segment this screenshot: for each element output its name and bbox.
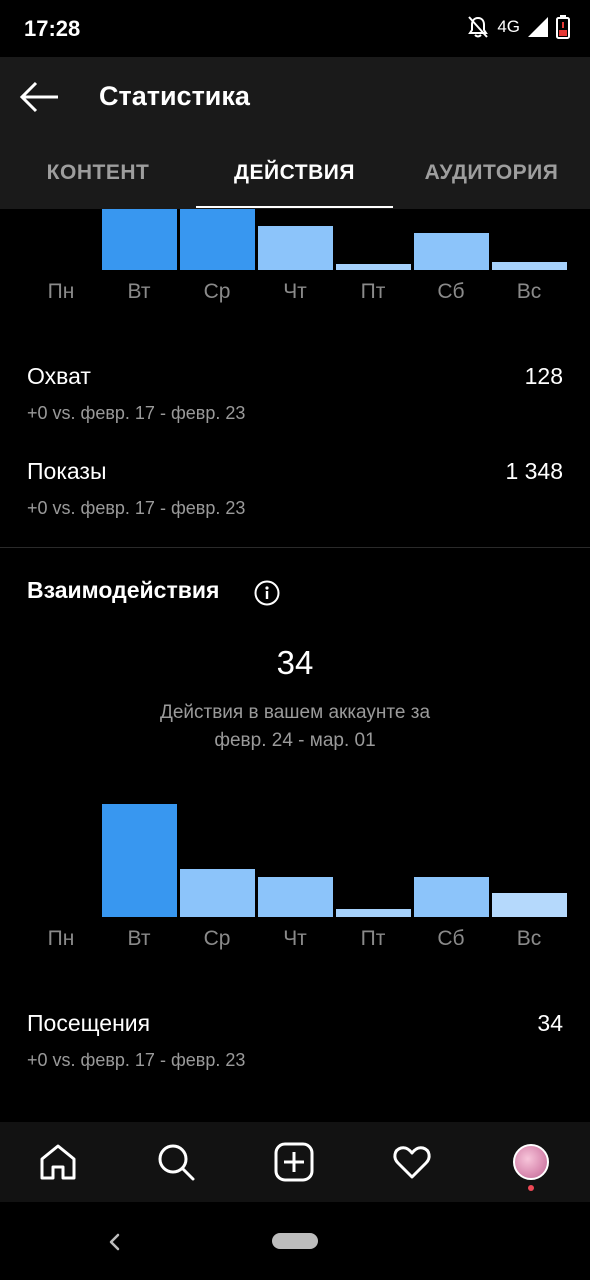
top-chart-day-label: Вт [127,280,151,303]
top-chart-bar-wed [180,209,255,270]
interactions-bar [102,804,177,917]
impressions-label: Показы [27,458,107,484]
top-chart-bar-thu [258,226,333,270]
home-icon [40,1144,76,1180]
top-chart-bar-fri [336,264,411,270]
status-time: 17:28 [24,16,81,41]
top-chart-bar-sat [414,233,489,270]
battery-icon [556,15,570,39]
bottom-navigation [0,1122,590,1202]
interactions-total: 34 [276,644,314,681]
interactions-chart: Пн Вт Ср Чт Пт Сб Вс [0,790,590,960]
interactions-title: Взаимодействия [27,577,220,603]
new-post-icon [274,1142,314,1182]
system-back-icon[interactable] [104,1230,124,1254]
app-bar: Статистика [0,57,590,137]
reach-compare: +0 vs. февр. 17 - февр. 23 [27,403,246,423]
nav-home-button[interactable] [36,1140,80,1184]
top-chart-day-label: Вс [516,280,542,303]
reach-value: 128 [524,363,563,389]
top-chart-day-label: Чт [283,280,307,303]
nav-search-button[interactable] [154,1140,198,1184]
top-chart-day-label: Ср [203,280,231,303]
active-tab-indicator [196,206,393,208]
top-chart-day-label: Пн [47,280,75,303]
interactions-date-range: февр. 24 - мар. 01 [214,730,376,751]
interactions-bar [258,877,333,917]
section-divider [0,547,590,548]
back-arrow-icon[interactable] [18,79,62,115]
interactions-bar [414,877,489,917]
interactions-day-label: Вт [127,927,151,950]
search-icon [158,1144,195,1181]
interactions-day-label: Сб [437,927,465,950]
status-icons: 4G [467,15,570,39]
interactions-day-label: Пт [360,927,386,950]
top-chart-bar-sun [492,262,567,270]
signal-icon [528,17,548,37]
top-chart: Пн Вт Ср Чт Пт Сб Вс [0,209,590,309]
tab-content[interactable]: КОНТЕНТ [0,137,196,209]
interactions-day-label: Пн [47,927,75,950]
nav-new-post-button[interactable] [272,1140,316,1184]
notifications-off-icon [468,16,489,38]
impressions-value: 1 348 [505,458,563,484]
tab-audience[interactable]: АУДИТОРИЯ [393,137,590,209]
status-bar: 17:28 4G [0,0,590,57]
interactions-day-label: Чт [283,927,307,950]
system-home-pill[interactable] [272,1233,318,1249]
activity-heart-icon [393,1146,431,1179]
info-icon[interactable] [254,580,280,606]
interactions-bar [336,909,411,917]
profile-notification-dot [528,1185,534,1191]
network-type: 4G [497,17,520,36]
nav-profile-avatar[interactable] [513,1144,549,1180]
top-chart-day-label: Сб [437,280,465,303]
visits-compare: +0 vs. февр. 17 - февр. 23 [27,1050,246,1070]
system-navigation-bar [0,1202,590,1280]
interactions-day-label: Ср [203,927,231,950]
top-chart-day-label: Пт [360,280,386,303]
interactions-day-label: Вс [516,927,542,950]
impressions-compare: +0 vs. февр. 17 - февр. 23 [27,498,246,518]
tab-bar: КОНТЕНТ ДЕЙСТВИЯ АУДИТОРИЯ [0,137,590,209]
reach-label: Охват [27,363,91,389]
interactions-caption: Действия в вашем аккаунте за [159,702,431,723]
tab-actions[interactable]: ДЕЙСТВИЯ [196,137,393,209]
visits-value: 34 [537,1010,563,1036]
nav-activity-button[interactable] [390,1140,434,1184]
interactions-bar [180,869,255,917]
page-title: Статистика [99,81,250,111]
top-chart-bar-tue [102,209,177,270]
interactions-bar [492,893,567,917]
visits-label: Посещения [27,1010,151,1036]
